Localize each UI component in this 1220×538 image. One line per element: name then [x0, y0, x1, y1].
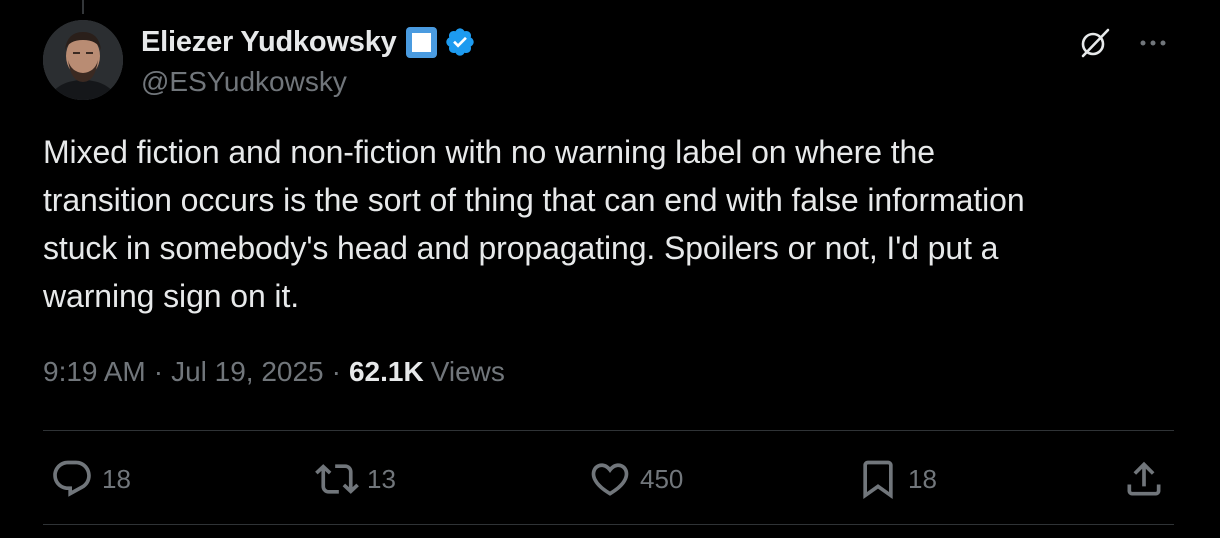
tweet-date[interactable]: Jul 19, 2025 — [171, 356, 324, 388]
tweet-time[interactable]: 9:19 AM — [43, 356, 146, 388]
top-actions — [1078, 26, 1170, 60]
more-icon[interactable] — [1136, 26, 1170, 60]
grok-icon[interactable] — [1078, 26, 1112, 60]
bookmark-count: 18 — [908, 463, 937, 494]
repost-button[interactable]: 13 — [315, 455, 396, 503]
bookmark-button[interactable]: 18 — [856, 455, 937, 503]
reply-icon — [53, 460, 91, 497]
verified-badge-icon[interactable] — [444, 26, 476, 58]
repost-icon — [315, 464, 359, 494]
repost-count: 13 — [367, 463, 396, 494]
share-icon — [1127, 461, 1161, 496]
share-button[interactable] — [1122, 455, 1166, 503]
reply-button[interactable]: 18 — [50, 455, 131, 503]
reply-count: 18 — [102, 463, 131, 494]
author-display-name[interactable]: Eliezer Yudkowsky — [141, 26, 397, 59]
name-row: Eliezer Yudkowsky — [141, 22, 476, 62]
meta-separator: · — [331, 356, 341, 387]
author-info: Eliezer Yudkowsky @ESYudkowsky — [141, 22, 476, 98]
heart-icon — [591, 463, 629, 496]
author-handle[interactable]: @ESYudkowsky — [141, 66, 476, 98]
meta-separator: · — [153, 356, 164, 387]
tweet-metadata: 9:19 AM · Jul 19, 2025 · 62.1K Views — [43, 356, 505, 388]
like-button[interactable]: 450 — [588, 455, 683, 503]
blue-square-icon — [405, 26, 438, 59]
bookmark-icon — [863, 460, 893, 500]
like-count: 450 — [640, 463, 684, 494]
views-label[interactable]: Views — [431, 356, 505, 388]
action-bar: 18 13 450 18 — [50, 455, 1176, 503]
views-count[interactable]: 62.1K — [349, 356, 424, 388]
tweet-header: Eliezer Yudkowsky @ESYudkowsky — [43, 20, 1180, 102]
divider — [43, 524, 1174, 525]
avatar[interactable] — [43, 20, 123, 100]
divider — [43, 430, 1174, 431]
tweet-text: Mixed fiction and non-fiction with no wa… — [43, 134, 1025, 314]
thread-connector-line — [82, 0, 84, 14]
